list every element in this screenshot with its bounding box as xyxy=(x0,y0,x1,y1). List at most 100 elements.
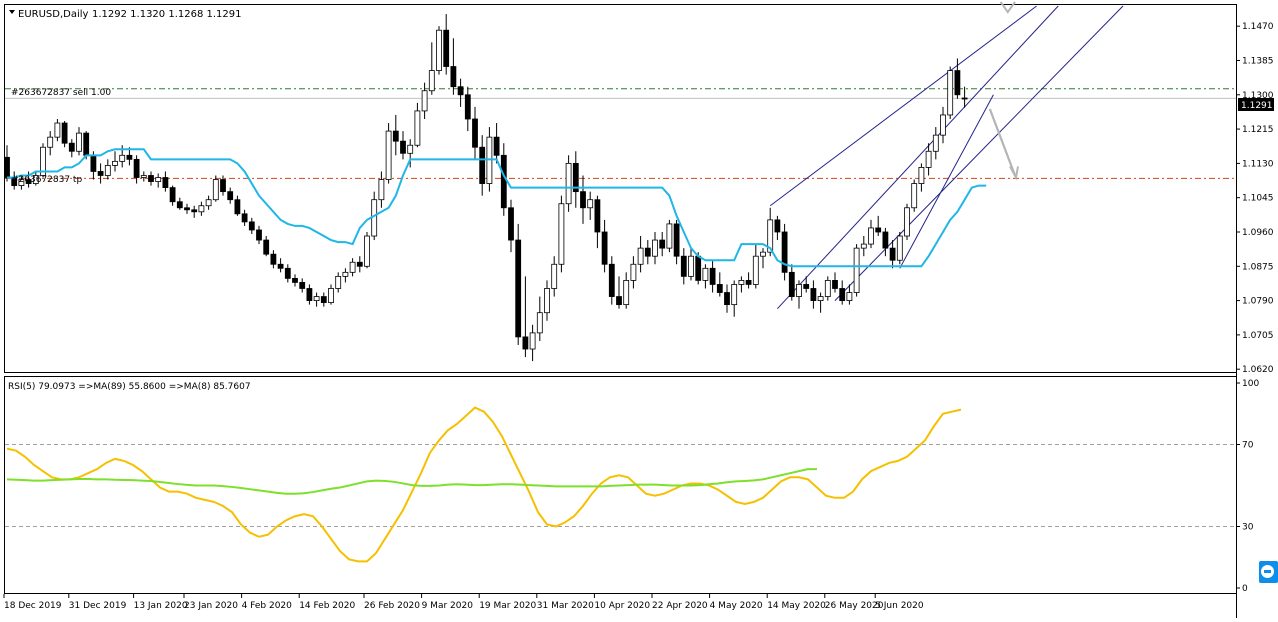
candle-body xyxy=(616,296,622,306)
time-tick-label: 22 Apr 2020 xyxy=(652,601,708,611)
candle-body xyxy=(508,207,514,241)
candle-body xyxy=(385,130,392,180)
candle xyxy=(565,155,572,212)
candle-body xyxy=(630,263,637,281)
time-tick-label: 31 Mar 2020 xyxy=(537,601,594,611)
chart-window: 1.1470 1.1385 1.1300 1.1215 1.1130 1.1045 1.09… xyxy=(0,0,1278,622)
candle-body xyxy=(544,288,550,314)
time-tick-label: 19 Mar 2020 xyxy=(479,601,536,611)
ohlc-label: 1.1292 1.1320 1.1268 1.1291 xyxy=(92,9,242,20)
candle-body xyxy=(328,288,334,304)
candle-body xyxy=(947,70,954,116)
time-tick-label: 5 Jun 2020 xyxy=(875,601,924,611)
candle-body xyxy=(392,130,399,142)
candle-body xyxy=(47,136,54,148)
price-tick-label: 1.1470 xyxy=(1242,22,1274,32)
price-tick-label: 1.1130 xyxy=(1242,159,1274,169)
candle-body xyxy=(220,179,226,193)
candle-body xyxy=(529,332,536,350)
candle-body xyxy=(860,243,867,249)
candle-body xyxy=(464,94,471,120)
candle-body xyxy=(176,201,183,209)
price-tick-label: 1.0875 xyxy=(1242,262,1274,272)
candle-body xyxy=(148,175,154,182)
price-tick-label: 1.1045 xyxy=(1242,194,1274,204)
candle-body xyxy=(882,231,889,249)
candle-body xyxy=(277,263,284,269)
candle-body xyxy=(284,267,291,279)
candle-body xyxy=(875,227,882,233)
teamviewer-icon[interactable] xyxy=(1259,561,1278,583)
candle xyxy=(947,66,954,119)
candle-body xyxy=(227,191,234,201)
candle-body xyxy=(320,296,327,304)
candle-body xyxy=(292,277,298,283)
candle-body xyxy=(752,255,759,285)
candle-body xyxy=(868,227,874,245)
rsi-tick-label: 100 xyxy=(1242,379,1259,389)
candle-body xyxy=(781,231,788,273)
time-tick-label: 10 Apr 2020 xyxy=(594,601,650,611)
rsi-indicator-label: RSI(5) 79.0973 =>MA(89) 55.8600 =>MA(8) … xyxy=(8,382,251,392)
candle xyxy=(904,203,910,241)
candle-body xyxy=(551,263,558,289)
time-tick-label: 13 Jan 2020 xyxy=(134,601,188,611)
candle-body xyxy=(565,162,572,205)
candle-body xyxy=(493,136,500,156)
price-tick-label: 1.0705 xyxy=(1242,331,1274,341)
candle xyxy=(896,231,903,265)
candle-body xyxy=(90,154,97,172)
candle-body xyxy=(256,229,262,241)
candle-body xyxy=(587,199,594,209)
candle xyxy=(853,244,860,297)
candle-body xyxy=(760,251,766,257)
candle-body xyxy=(659,239,666,249)
candle-body xyxy=(61,122,68,144)
candle-body xyxy=(925,150,932,168)
candle-body xyxy=(608,263,615,297)
candle-body xyxy=(637,247,644,265)
candle-body xyxy=(479,146,486,184)
candle-body xyxy=(702,267,709,281)
price-tick-label: 1.1215 xyxy=(1242,125,1274,135)
candle-body xyxy=(400,140,406,154)
candle-body xyxy=(378,179,385,201)
candle-body xyxy=(270,253,277,265)
candle-body xyxy=(486,136,493,184)
order-label: #263672837 sell 1.00 xyxy=(11,88,111,98)
candle-body xyxy=(54,122,61,138)
candle-body xyxy=(558,203,565,265)
candle-body xyxy=(83,132,90,156)
candle xyxy=(558,195,565,273)
candle-body xyxy=(184,207,190,211)
candle-body xyxy=(212,179,219,201)
candle-body xyxy=(421,90,428,112)
candle-body xyxy=(515,239,522,338)
candle-body xyxy=(335,275,342,289)
price-tick-label: 1.0790 xyxy=(1242,297,1274,307)
candle-body xyxy=(241,213,248,223)
candle-body xyxy=(911,183,918,209)
candle-body xyxy=(68,142,75,152)
candle xyxy=(515,223,522,345)
candle-body xyxy=(299,282,306,289)
candle-body xyxy=(155,177,162,182)
candle-body xyxy=(234,199,241,215)
candle-body xyxy=(623,280,630,306)
candle-body xyxy=(652,239,658,257)
candle-body xyxy=(745,280,752,285)
candle-body xyxy=(731,284,738,306)
price-chart-svg: 1.14701.13851.13001.12151.11301.10451.09… xyxy=(0,0,1278,618)
candle-body xyxy=(846,292,853,301)
candle-body xyxy=(673,223,680,257)
candle-body xyxy=(500,154,507,209)
candle xyxy=(61,121,68,148)
candle xyxy=(666,219,673,253)
candle-body xyxy=(428,70,435,92)
candle-body xyxy=(709,267,716,285)
candle xyxy=(781,223,788,281)
candle-body xyxy=(932,134,939,152)
price-tick-label: 1.0620 xyxy=(1242,365,1274,375)
candle-body xyxy=(817,296,824,301)
candle-body xyxy=(666,223,673,249)
